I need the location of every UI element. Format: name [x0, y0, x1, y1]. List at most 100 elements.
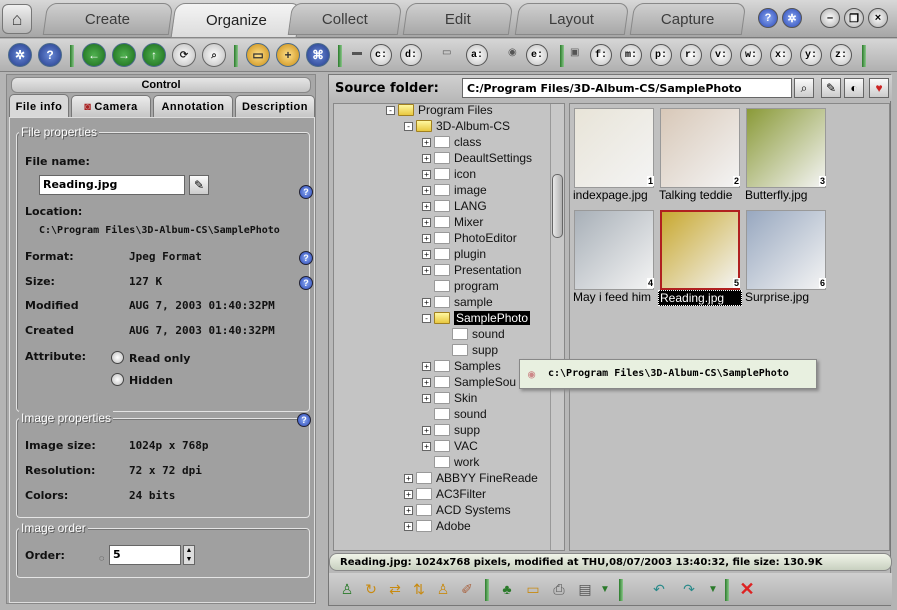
settings-gear-icon[interactable]: ✲ [8, 43, 32, 67]
forward-arrow-icon[interactable]: → [112, 43, 136, 67]
tree-item[interactable]: + plugin [422, 246, 486, 262]
tab-edit[interactable]: Edit [402, 3, 514, 35]
expand-icon[interactable]: + [422, 393, 431, 403]
hidden-radio[interactable] [111, 373, 124, 386]
expand-icon[interactable]: + [404, 473, 413, 483]
palette-icon[interactable]: ◐ [844, 78, 864, 98]
flip-icon[interactable]: ⇄ [385, 579, 405, 599]
drive-a-button[interactable]: a: [466, 44, 488, 66]
help-icon[interactable]: ? [299, 185, 313, 199]
find-binoculars-icon[interactable]: ⌕ [202, 43, 226, 67]
dropdown-arrow-icon[interactable]: ▼ [595, 579, 615, 599]
expand-icon[interactable]: + [422, 425, 431, 435]
collapse-icon[interactable]: - [386, 105, 395, 115]
source-folder-input[interactable]: C:/Program Files/3D-Album-CS/SamplePhoto [462, 78, 792, 98]
print-icon[interactable]: ⎙ [549, 579, 569, 599]
tree-item[interactable]: program [422, 278, 499, 294]
expand-icon[interactable]: + [422, 217, 431, 227]
tree-item[interactable]: + supp [422, 422, 480, 438]
tree-item[interactable]: sound [422, 406, 487, 422]
expand-icon[interactable]: + [404, 521, 413, 531]
help-icon[interactable]: ? [299, 251, 313, 265]
tree-item[interactable]: + DeaultSettings [422, 150, 532, 166]
help-icon[interactable]: ? [38, 43, 62, 67]
help-icon[interactable]: ? [297, 413, 311, 427]
tab-camera[interactable]: ◙ Camera [71, 95, 151, 117]
expand-icon[interactable]: + [404, 489, 413, 499]
tree-item[interactable]: + Adobe [404, 518, 471, 534]
edit-pencil-icon[interactable]: ✎ [821, 78, 841, 98]
back-arrow-icon[interactable]: ← [82, 43, 106, 67]
tab-collect[interactable]: Collect [287, 3, 403, 35]
drive-e-button[interactable]: e: [526, 44, 548, 66]
help-icon[interactable]: ? [758, 8, 778, 28]
tree-item[interactable]: - Program Files [386, 104, 493, 118]
tree-item[interactable]: + Presentation [422, 262, 521, 278]
expand-icon[interactable]: + [404, 505, 413, 515]
home-icon[interactable]: ⌂ [2, 4, 32, 34]
tree-item[interactable]: + SampleSou [422, 374, 516, 390]
drive-d-button[interactable]: d: [400, 44, 422, 66]
tree-item[interactable]: + Samples [422, 358, 501, 374]
expand-icon[interactable]: + [422, 441, 431, 451]
tab-description[interactable]: Description [235, 95, 315, 117]
thumbnail-item[interactable]: 5 Reading.jpg [658, 208, 742, 308]
drive-w-button[interactable]: w: [740, 44, 762, 66]
drive-y-button[interactable]: y: [800, 44, 822, 66]
expand-icon[interactable]: + [422, 361, 431, 371]
thumbnail-item[interactable]: 2 Talking teddie [658, 106, 742, 206]
scroll-thumb[interactable] [552, 174, 563, 238]
tree-item[interactable]: + ACD Systems [404, 502, 511, 518]
favorite-heart-icon[interactable]: ♥ [869, 78, 889, 98]
thumbnail-item[interactable]: 4 May i feed him [572, 208, 656, 308]
search-icon[interactable]: ⌕ [794, 78, 814, 98]
up-arrow-icon[interactable]: ↑ [142, 43, 166, 67]
rotate-icon[interactable]: ↻ [361, 579, 381, 599]
restore-icon[interactable]: ❐ [844, 8, 864, 28]
brush-icon[interactable]: ✐ [457, 579, 477, 599]
dropdown-arrow-icon[interactable]: ▼ [703, 579, 723, 599]
tree-item[interactable]: + Skin [422, 390, 477, 406]
expand-icon[interactable]: + [422, 377, 431, 387]
drive-z-button[interactable]: z: [830, 44, 852, 66]
new-folder-icon[interactable]: + [276, 43, 300, 67]
order-spinner[interactable]: ▲ ▼ [183, 545, 195, 565]
close-icon[interactable]: × [868, 8, 888, 28]
tree-item[interactable]: + LANG [422, 198, 487, 214]
expand-icon[interactable]: + [422, 201, 431, 211]
tree-item[interactable]: + AC3Filter [404, 486, 486, 502]
tab-file-info[interactable]: File info [9, 94, 69, 118]
drive-x-button[interactable]: x: [770, 44, 792, 66]
scanner-icon[interactable]: ▤ [575, 579, 595, 599]
tree-vertical-scrollbar[interactable] [550, 104, 564, 550]
file-name-input[interactable]: Reading.jpg [39, 175, 185, 195]
undo-icon[interactable]: ↶ [649, 579, 669, 599]
expand-icon[interactable]: + [422, 185, 431, 195]
expand-icon[interactable]: + [422, 249, 431, 259]
tree-item[interactable]: + VAC [422, 438, 478, 454]
expand-icon[interactable]: + [422, 297, 431, 307]
person-add-icon[interactable]: ♙ [433, 579, 453, 599]
open-folder-icon[interactable]: ▭ [246, 43, 270, 67]
open-folder-icon[interactable]: ▭ [523, 579, 543, 599]
tree-item[interactable]: + icon [422, 166, 476, 182]
tree-item[interactable]: + ABBYY FineReade [404, 470, 538, 486]
drive-p-button[interactable]: p: [650, 44, 672, 66]
tree-item[interactable]: supp [440, 342, 498, 358]
collapse-icon[interactable]: - [422, 313, 431, 323]
expand-icon[interactable]: + [422, 153, 431, 163]
tab-create[interactable]: Create [42, 3, 174, 35]
help-icon[interactable]: ? [299, 276, 313, 290]
settings-icon[interactable]: ✲ [782, 8, 802, 28]
expand-icon[interactable]: + [422, 169, 431, 179]
tree-item[interactable]: + Mixer [422, 214, 483, 230]
tree-item[interactable]: + sample [422, 294, 493, 310]
sort-icon[interactable]: ⇅ [409, 579, 429, 599]
order-input[interactable]: 5 [109, 545, 181, 565]
tree-item[interactable]: + image [422, 182, 487, 198]
tab-layout[interactable]: Layout [514, 3, 630, 35]
tab-capture[interactable]: Capture [629, 3, 747, 35]
drive-f-button[interactable]: f: [590, 44, 612, 66]
group-icon[interactable]: ♣ [497, 579, 517, 599]
tree-item[interactable]: - SamplePhoto [422, 310, 531, 326]
